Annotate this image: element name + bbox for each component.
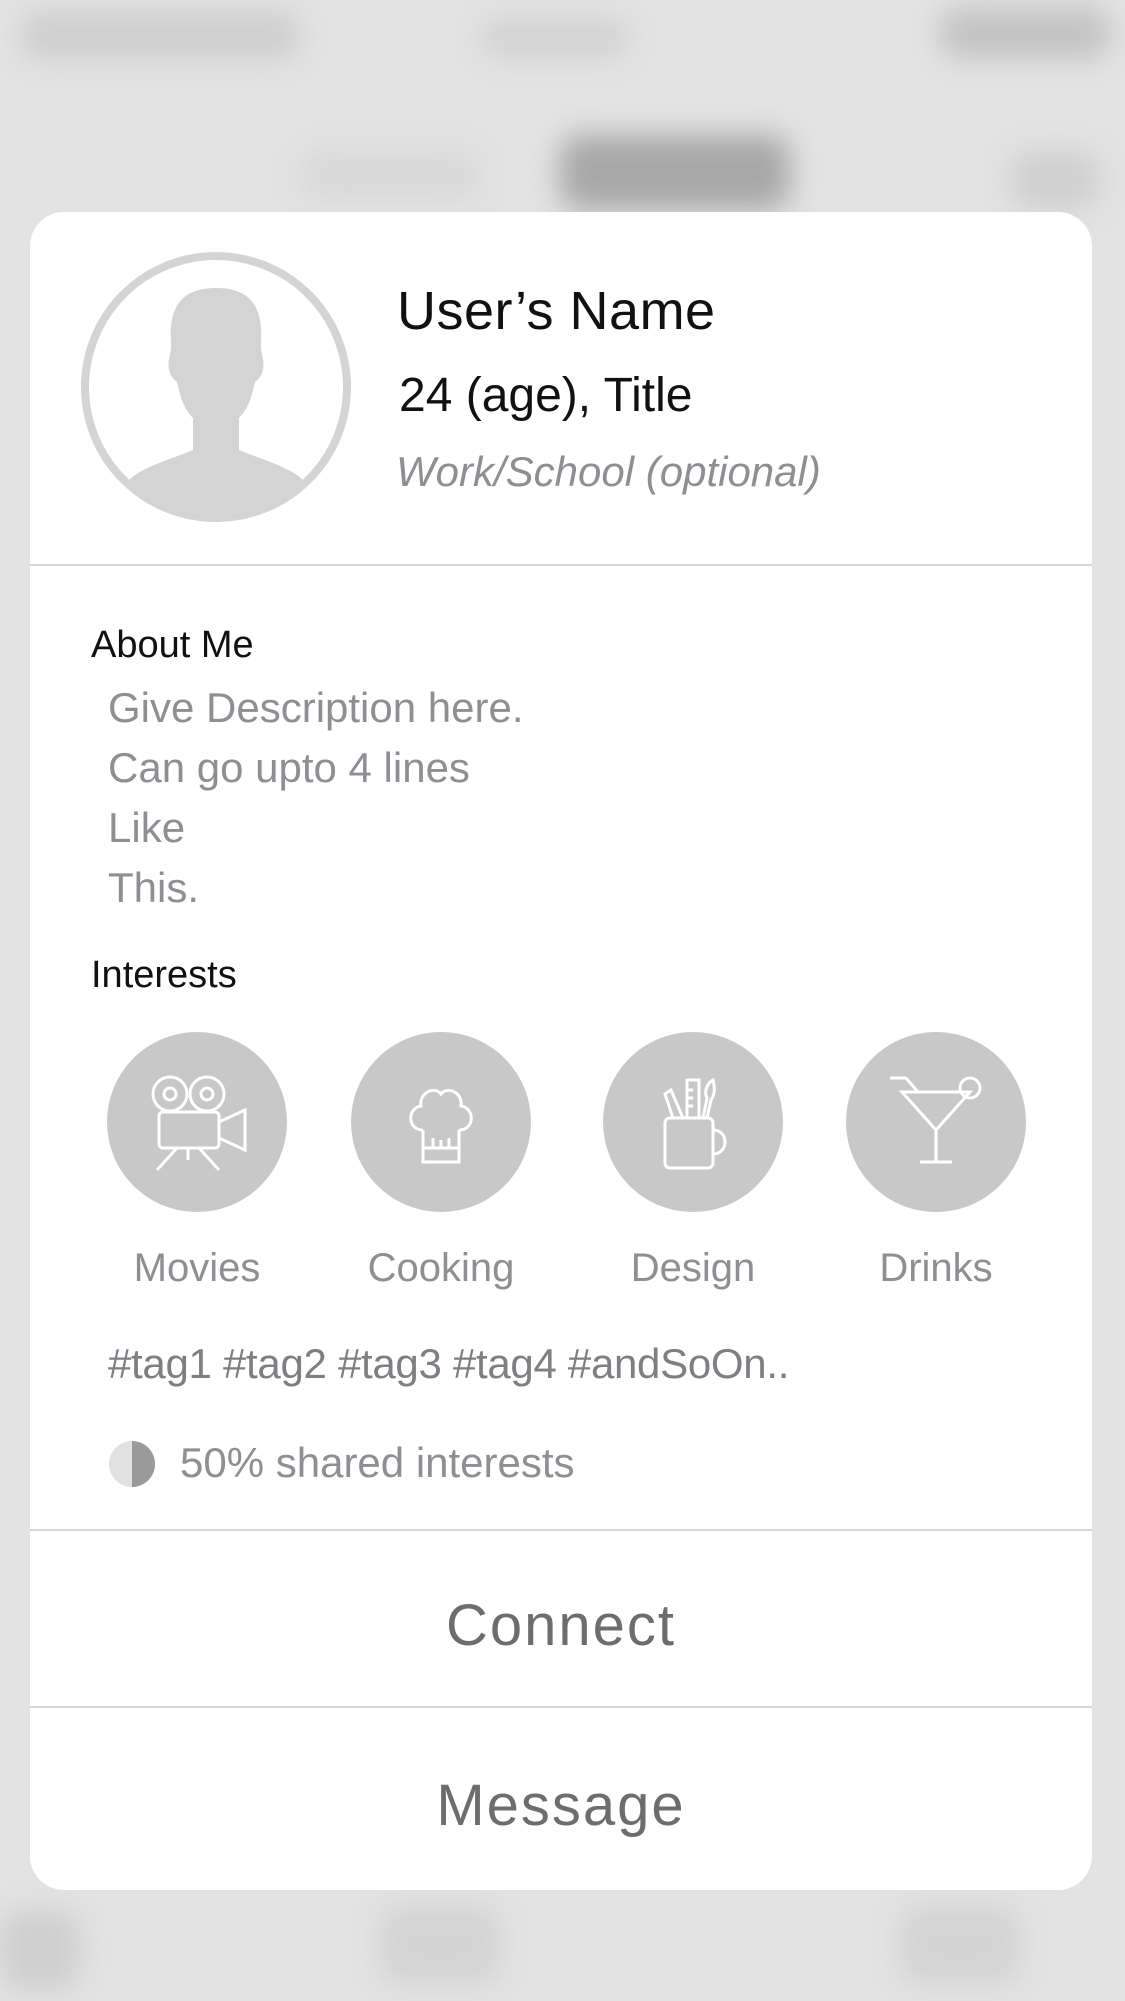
- interest-label: Movies: [133, 1246, 261, 1290]
- movie-camera-icon: [151, 1075, 247, 1172]
- interest-cooking[interactable]: Cooking: [351, 1032, 531, 1290]
- interest-label: Cooking: [367, 1246, 515, 1290]
- shared-interests-text: 50% shared interests: [180, 1439, 575, 1486]
- divider: [30, 1529, 1092, 1531]
- user-silhouette-icon: [127, 288, 305, 514]
- interest-design[interactable]: Design: [603, 1032, 783, 1290]
- interest-label: Design: [630, 1246, 756, 1290]
- design-tools-icon: [663, 1077, 727, 1170]
- chef-hat-icon: [409, 1089, 473, 1164]
- profile-card: User’s Name 24 (age), Title Work/School …: [30, 212, 1092, 1890]
- about-me-heading: About Me: [91, 624, 254, 666]
- interests-heading: Interests: [91, 954, 237, 996]
- interest-icon-circle: [351, 1032, 531, 1212]
- cocktail-glass-icon: [890, 1076, 982, 1164]
- about-line: This.: [108, 864, 200, 911]
- about-line: Give Description here.: [108, 684, 524, 731]
- avatar[interactable]: [81, 252, 351, 522]
- interest-tags: #tag1 #tag2 #tag3 #tag4 #andSoOn..: [108, 1340, 790, 1387]
- divider: [30, 1706, 1092, 1708]
- about-line: Can go upto 4 lines: [108, 744, 470, 791]
- interest-label: Drinks: [879, 1246, 993, 1290]
- about-description: Give Description here. Can go upto 4 lin…: [108, 678, 524, 918]
- user-name: User’s Name: [397, 281, 716, 341]
- half-circle-icon: [109, 1441, 155, 1487]
- interest-icon-circle: [846, 1032, 1026, 1212]
- interest-icon-circle: [107, 1032, 287, 1212]
- interest-drinks[interactable]: Drinks: [846, 1032, 1026, 1290]
- message-button[interactable]: Message: [30, 1772, 1092, 1839]
- about-line: Like: [108, 804, 186, 851]
- profile-header: User’s Name 24 (age), Title Work/School …: [30, 212, 1092, 566]
- interest-icon-circle: [603, 1032, 783, 1212]
- divider: [30, 564, 1092, 566]
- age-title: 24 (age), Title: [399, 369, 693, 422]
- connect-button[interactable]: Connect: [30, 1592, 1092, 1659]
- work-school: Work/School (optional): [396, 448, 821, 495]
- interest-movies[interactable]: Movies: [107, 1032, 287, 1290]
